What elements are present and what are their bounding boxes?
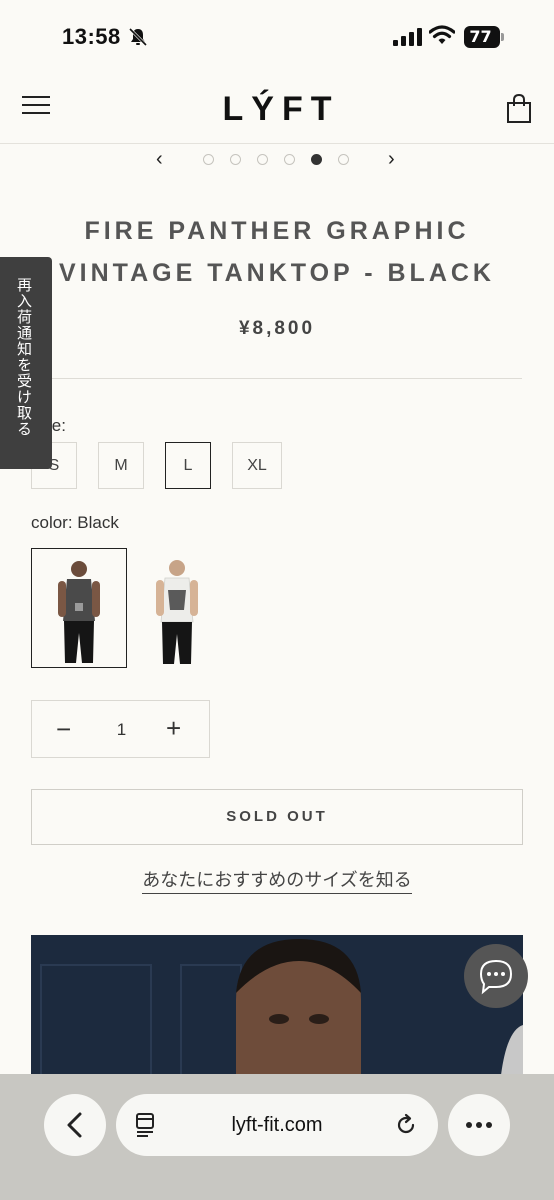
browser-back-button[interactable] <box>44 1094 106 1156</box>
product-title-line2: VINTAGE TANKTOP - BLACK <box>59 259 495 287</box>
carousel-dot[interactable] <box>257 154 268 165</box>
sold-out-button[interactable]: SOLD OUT <box>31 789 523 845</box>
cart-bag-icon[interactable] <box>506 94 532 124</box>
carousel-next-button[interactable]: › <box>388 148 395 171</box>
browser-more-button[interactable] <box>448 1094 510 1156</box>
quantity-value[interactable]: 1 <box>32 720 211 740</box>
address-bar[interactable]: lyft-fit.com <box>116 1094 438 1156</box>
size-recommendation-link[interactable]: あなたにおすすめのサイズを知る <box>142 870 412 894</box>
reload-icon[interactable] <box>394 1113 418 1137</box>
carousel-dot[interactable] <box>338 154 349 165</box>
chat-button[interactable] <box>464 944 528 1008</box>
browser-toolbar: lyft-fit.com <box>0 1074 554 1200</box>
carousel-dot-active[interactable] <box>311 154 322 165</box>
status-time: 13:58 <box>62 24 121 49</box>
bell-muted-icon <box>128 27 148 47</box>
site-header: LÝFT <box>0 76 554 144</box>
battery-level: 77 <box>469 27 492 46</box>
size-option-l[interactable]: L <box>165 442 211 489</box>
wifi-icon <box>429 25 455 44</box>
chat-icon <box>479 959 513 995</box>
quantity-increase-button[interactable]: + <box>166 715 181 741</box>
product-thumbnail-white <box>130 548 226 668</box>
restock-notify-label: 再入荷通知を受け取る <box>15 277 33 437</box>
status-bar: 13:58 77 <box>0 0 554 76</box>
product-title-line1: FIRE PANTHER GRAPHIC <box>84 217 470 245</box>
quantity-stepper: − 1 + <box>31 700 210 758</box>
color-swatch-white[interactable] <box>130 548 226 668</box>
carousel-dot[interactable] <box>203 154 214 165</box>
carousel-dot[interactable] <box>230 154 241 165</box>
restock-notify-tab[interactable]: 再入荷通知を受け取る <box>0 257 52 469</box>
signal-icon <box>393 28 422 46</box>
carousel-dot[interactable] <box>284 154 295 165</box>
color-label: color: Black <box>31 513 119 532</box>
more-dots-icon <box>466 1122 492 1128</box>
url-text: lyft-fit.com <box>231 1114 323 1136</box>
product-thumbnail-black <box>32 549 126 667</box>
product-title: FIRE PANTHER GRAPHIC VINTAGE TANKTOP - B… <box>20 210 534 294</box>
lifestyle-photo <box>31 935 523 1075</box>
carousel-prev-button[interactable]: ‹ <box>156 148 163 171</box>
battery-icon: 77 <box>464 26 504 48</box>
size-option-xl[interactable]: XL <box>232 442 282 489</box>
chevron-left-icon <box>67 1112 82 1138</box>
divider <box>31 378 522 379</box>
site-logo[interactable]: LÝFT <box>0 90 554 129</box>
product-price: ¥8,800 <box>238 318 316 339</box>
size-option-m[interactable]: M <box>98 442 144 489</box>
carousel-nav: ‹ › <box>0 146 554 172</box>
color-swatch-black[interactable] <box>31 548 127 668</box>
size-recommendation: あなたにおすすめのサイズを知る <box>0 866 554 894</box>
